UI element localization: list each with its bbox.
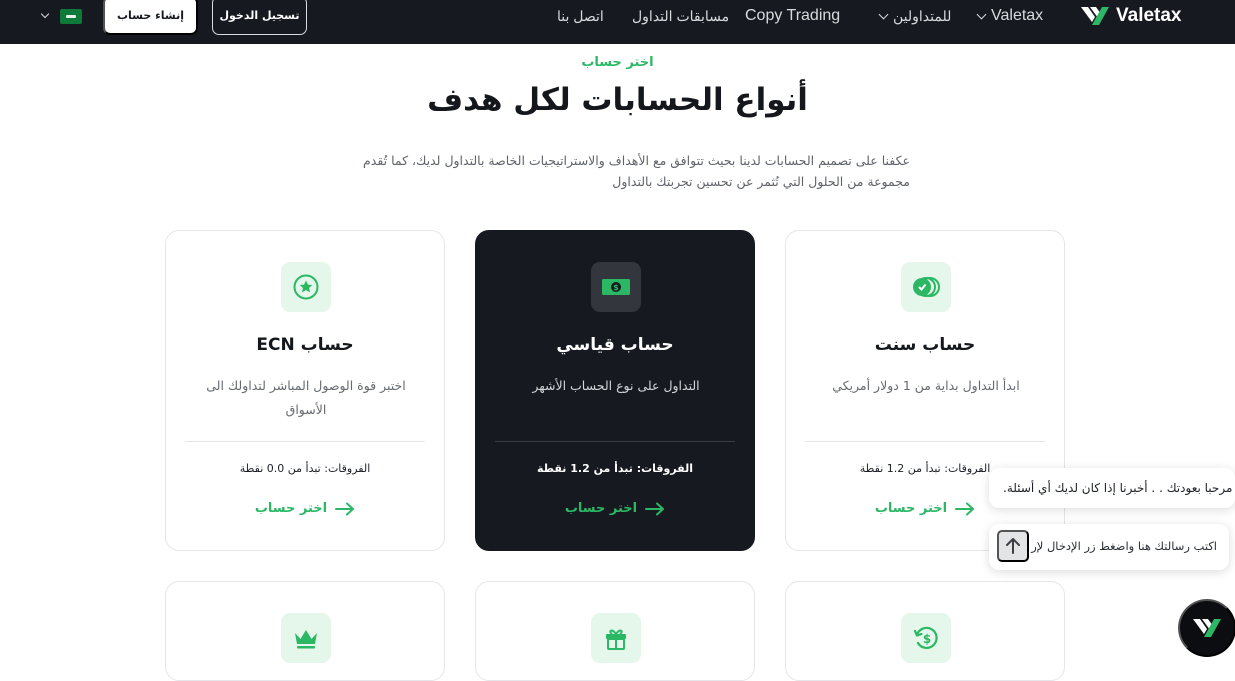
nav-copy-trading[interactable]: Copy Trading	[745, 0, 840, 32]
arrow-up-icon	[1006, 538, 1020, 554]
coins-icon	[901, 262, 951, 312]
account-card-row2-right: $	[785, 581, 1065, 681]
chat-greeting-bubble: مرحبا بعودتك . . أخبرنا إذا كان لديك أي …	[989, 468, 1235, 508]
page-title: أنواع الحسابات لكل هدف	[427, 82, 808, 118]
choose-account-link[interactable]: اختر حساب	[166, 501, 444, 516]
account-card-standard: $ حساب قياسي التداول على نوع الحساب الأش…	[475, 230, 755, 551]
chat-launcher-button[interactable]	[1178, 599, 1235, 657]
banknote-icon: $	[591, 262, 641, 312]
account-subtitle: اختبر قوة الوصول المباشر لتداولك الى الأ…	[206, 378, 406, 417]
gift-icon	[591, 613, 641, 663]
section-eyebrow: اختر حساب	[581, 55, 654, 70]
register-button[interactable]: إنشاء حساب	[103, 0, 198, 35]
nav-valetax-label: Valetax	[991, 7, 1044, 24]
section-description: عكفنا على تصميم الحسابات لدينا بحيث تتوا…	[363, 153, 910, 189]
divider	[495, 441, 735, 442]
account-spread: الفروقات: تبدأ من 1.2 نقطة	[537, 462, 693, 475]
nav-contact[interactable]: اتصل بنا	[557, 0, 604, 32]
divider	[805, 441, 1045, 442]
choose-account-label: اختر حساب	[874, 501, 948, 516]
svg-text:$: $	[923, 632, 931, 646]
account-card-row2-left	[165, 581, 445, 681]
arrow-right-icon	[335, 502, 355, 515]
crown-icon	[281, 613, 331, 663]
account-card-ecn: حساب ECN اختبر قوة الوصول المباشر لتداول…	[165, 230, 445, 551]
brand-name: Valetax	[1116, 5, 1182, 26]
saudi-flag-icon	[60, 8, 82, 24]
nav-traders-label: للمتداولين	[893, 7, 952, 24]
choose-account-label: اختر حساب	[254, 501, 328, 516]
chevron-down-icon	[976, 9, 987, 19]
nav-competitions[interactable]: مسابقات التداول	[632, 0, 729, 32]
valetax-logo-icon	[1193, 619, 1221, 637]
language-selector[interactable]	[40, 6, 82, 26]
arrow-right-icon	[955, 502, 975, 515]
nav-valetax-menu[interactable]: Valetax	[976, 0, 1044, 32]
account-spread: الفروقات: تبدأ من 0.0 نقطة	[239, 462, 371, 475]
star-icon	[281, 262, 331, 312]
choose-account-label: اختر حساب	[564, 501, 638, 516]
brand-logo[interactable]: Valetax	[1080, 0, 1182, 32]
choose-account-link[interactable]: اختر حساب	[476, 501, 754, 516]
chat-input-box[interactable]: اكتب رسالتك هنا واضغط زر الإدخال لإر	[989, 524, 1229, 570]
chevron-down-icon	[878, 9, 889, 19]
valetax-logo-icon	[1081, 7, 1109, 25]
top-navigation: Valetax Valetax للمتداولين Copy Trading …	[0, 0, 1235, 44]
svg-text:$: $	[613, 283, 619, 292]
account-subtitle: ابدأ التداول بداية من 1 دولار أمريكي	[832, 378, 1020, 393]
login-button[interactable]: تسجيل الدخول	[212, 0, 307, 35]
chat-input-placeholder: اكتب رسالتك هنا واضغط زر الإدخال لإر	[1031, 539, 1217, 553]
account-subtitle: التداول على نوع الحساب الأشهر	[532, 378, 700, 393]
account-title: حساب سنت	[874, 335, 976, 355]
dollar-refresh-icon: $	[901, 613, 951, 663]
arrow-right-icon	[645, 502, 665, 515]
chevron-down-icon	[40, 9, 50, 19]
nav-traders-menu[interactable]: للمتداولين	[878, 0, 952, 32]
account-title: حساب قياسي	[556, 335, 674, 355]
account-card-row2-middle	[475, 581, 755, 681]
chat-send-button[interactable]	[997, 530, 1029, 562]
divider	[185, 441, 425, 442]
account-title: حساب ECN	[256, 335, 354, 355]
